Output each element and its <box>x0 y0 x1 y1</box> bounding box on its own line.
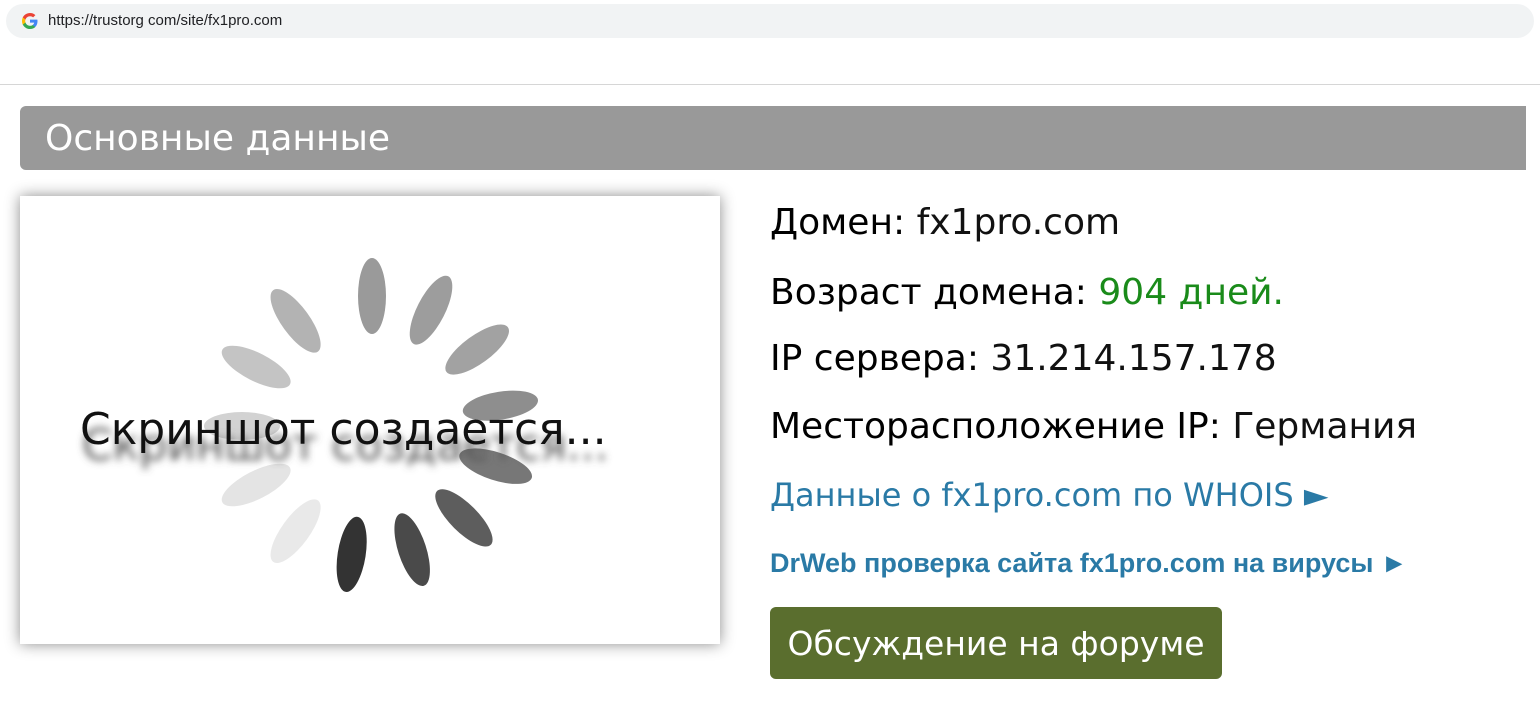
age-value: 904 дней. <box>1098 272 1284 313</box>
screenshot-placeholder: Скриншот создается... Скриншот создается… <box>20 196 720 644</box>
domain-row: Домен: fx1pro.com <box>770 202 1120 243</box>
section-header: Основные данные <box>20 106 1526 170</box>
location-label: Месторасположение IP: <box>770 406 1221 447</box>
forum-button[interactable]: Обсуждение на форуме <box>770 607 1222 679</box>
google-icon <box>20 11 40 31</box>
loading-spinner-icon: Скриншот создается... Скриншот создается… <box>80 258 609 592</box>
location-row: Месторасположение IP: Германия <box>770 406 1417 447</box>
age-label: Возраст домена: <box>770 272 1087 313</box>
divider <box>0 84 1540 85</box>
address-bar[interactable]: https://trustorg com/site/fx1pro.com <box>6 4 1534 38</box>
location-value: Германия <box>1232 406 1418 447</box>
domain-label: Домен: <box>770 202 906 243</box>
url-text[interactable]: https://trustorg com/site/fx1pro.com <box>48 12 282 29</box>
ip-label: IP сервера: <box>770 338 979 379</box>
age-row: Возраст домена: 904 дней. <box>770 272 1284 313</box>
placeholder-text: Скриншот создается... <box>80 404 607 455</box>
drweb-link[interactable]: DrWeb проверка сайта fx1pro.com на вирус… <box>770 548 1408 579</box>
section-title: Основные данные <box>45 118 391 159</box>
ip-row: IP сервера: 31.214.157.178 <box>770 338 1277 379</box>
domain-value: fx1pro.com <box>916 202 1121 243</box>
ip-value: 31.214.157.178 <box>990 338 1277 379</box>
whois-link[interactable]: Данные о fx1pro.com по WHOIS ► <box>770 476 1328 514</box>
